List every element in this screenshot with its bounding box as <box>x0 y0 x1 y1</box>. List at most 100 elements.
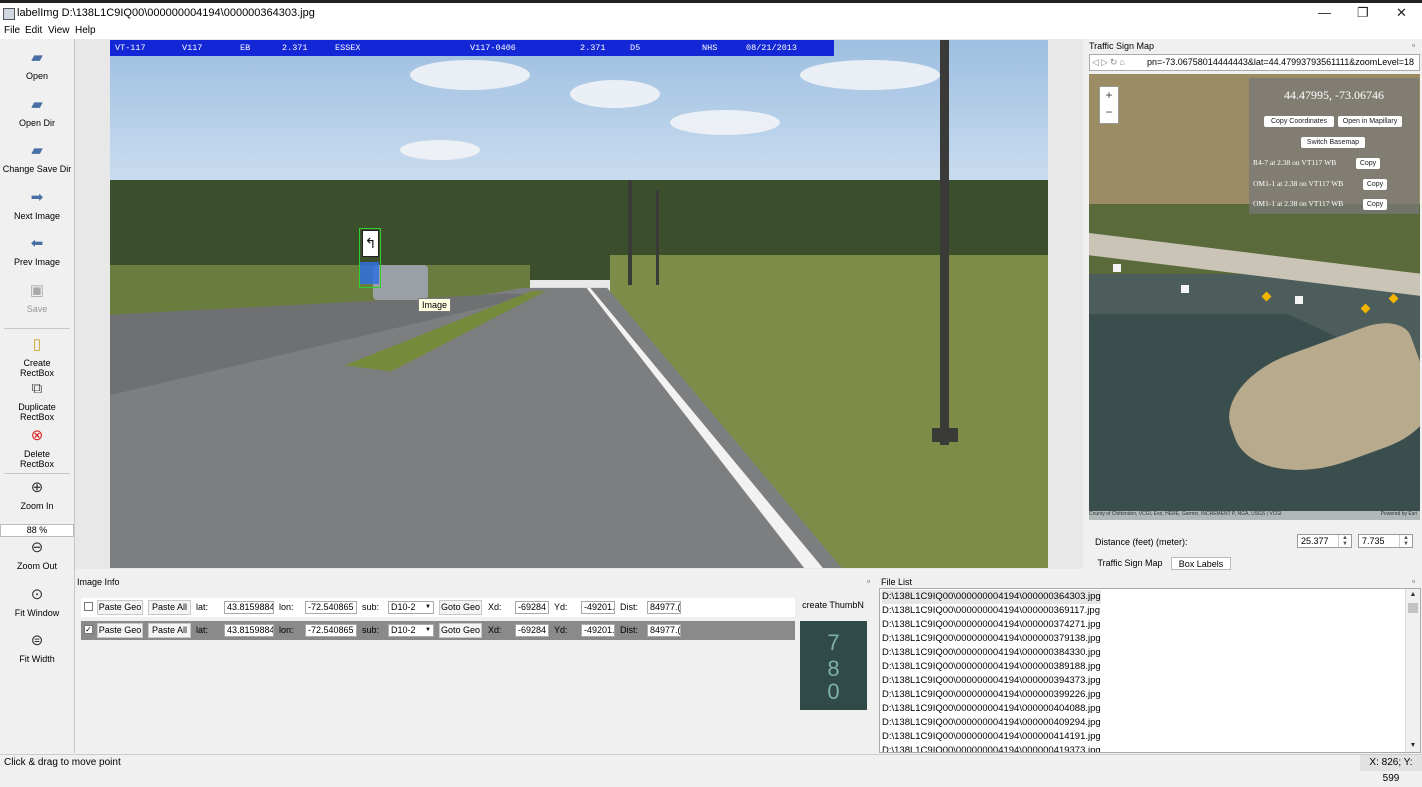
sub-value: D10-2 <box>391 602 416 612</box>
cursor-coordinates: X: 826; Y: 599 <box>1360 755 1422 784</box>
dist-field[interactable]: 84977.( <box>647 624 681 637</box>
prev-image-button[interactable]: ⬅ Prev Image <box>0 235 74 267</box>
bounding-box[interactable] <box>359 228 381 288</box>
file-list-item[interactable]: D:\138L1C9IQ00\000000004194\000000374271… <box>882 618 1101 632</box>
goto-geo-button[interactable]: Goto Geo <box>439 600 482 615</box>
file-list-item[interactable]: D:\138L1C9IQ00\000000004194\000000389188… <box>882 660 1101 674</box>
zoom-in-button[interactable]: ⊕ Zoom In <box>0 479 74 511</box>
utility-pole-far <box>656 190 659 285</box>
change-save-dir-label: Change Save Dir <box>2 164 72 174</box>
dist-field[interactable]: 84977.( <box>647 601 681 614</box>
sign-copy-button[interactable]: Copy <box>1363 199 1387 210</box>
next-image-button[interactable]: ➡ Next Image <box>0 189 74 221</box>
file-list-item[interactable]: D:\138L1C9IQ00\000000004194\000000399226… <box>882 688 1101 702</box>
delete-rectbox-button[interactable]: ⊗ Delete RectBox <box>0 427 74 469</box>
map-zoom-out-button[interactable]: − <box>1100 104 1118 121</box>
banner-segment: V117-0406 <box>470 43 516 53</box>
dock-float-icon[interactable]: ▫ <box>1412 40 1415 50</box>
sign-marker-white[interactable] <box>1113 264 1121 272</box>
sign-marker-white[interactable] <box>1181 285 1189 293</box>
distance-meter-spinbox[interactable]: 7.735 ▲ ▼ <box>1358 534 1413 548</box>
lat-field[interactable]: 43.8159884 <box>224 601 274 614</box>
road-photo[interactable]: ↰ Image VT-117 V117 EB 2.371 ESSEX V117-… <box>110 40 1048 568</box>
file-list-item[interactable]: D:\138L1C9IQ00\000000004194\000000419373… <box>882 744 1101 752</box>
file-list-item[interactable]: D:\138L1C9IQ00\000000004194\000000404088… <box>882 702 1101 716</box>
browser-nav-icons[interactable]: ◁▷↻⌂ <box>1092 57 1127 68</box>
sign-copy-button[interactable]: Copy <box>1363 179 1387 190</box>
paste-all-button[interactable]: Paste All <box>148 600 191 615</box>
yd-field[interactable]: -49201. <box>581 624 615 637</box>
image-info-row-selected: ✓ Paste Geo Paste All lat: 43.8159884 lo… <box>81 621 795 640</box>
sign-marker[interactable] <box>1261 291 1272 302</box>
dock-float-icon[interactable]: ▫ <box>1412 576 1415 586</box>
goto-geo-button[interactable]: Goto Geo <box>439 623 482 638</box>
change-save-dir-button[interactable]: ▰ Change Save Dir <box>0 142 74 174</box>
scroll-thumb[interactable] <box>1408 603 1418 613</box>
lat-field[interactable]: 43.8159884 <box>224 624 274 637</box>
close-button[interactable]: ✕ <box>1396 5 1407 21</box>
file-list-item[interactable]: D:\138L1C9IQ00\000000004194\000000409294… <box>882 716 1101 730</box>
paste-geo-button[interactable]: Paste Geo <box>97 623 143 638</box>
menu-view[interactable]: View <box>48 25 70 36</box>
map-zoom-in-button[interactable]: + <box>1100 87 1118 104</box>
switch-basemap-button[interactable]: Switch Basemap <box>1301 137 1365 148</box>
scroll-up-icon[interactable]: ▲ <box>1406 589 1420 601</box>
sign-copy-button[interactable]: Copy <box>1356 158 1380 169</box>
create-thumbnail-button[interactable]: create ThumbN <box>799 599 867 614</box>
menu-help[interactable]: Help <box>75 25 96 36</box>
scroll-down-icon[interactable]: ▼ <box>1406 740 1420 752</box>
file-list-item[interactable]: D:\138L1C9IQ00\000000004194\000000394373… <box>882 674 1101 688</box>
open-dir-label: Open Dir <box>18 118 55 128</box>
sub-select[interactable]: D10-2 ▼ <box>388 601 434 614</box>
open-in-mapillary-button[interactable]: Open in Mapillary <box>1338 116 1402 127</box>
row-checkbox-checked[interactable]: ✓ <box>84 625 93 634</box>
spin-arrows-icon[interactable]: ▲ ▼ <box>1338 535 1351 547</box>
minimize-button[interactable]: — <box>1318 5 1331 20</box>
open-dir-button[interactable]: ▰ Open Dir <box>0 96 74 128</box>
distance-label: Distance (feet) (meter): <box>1095 537 1188 547</box>
duplicate-rectbox-button[interactable]: ⧉ Duplicate RectBox <box>0 380 74 422</box>
status-bar: Click & drag to move point X: 826; Y: 59… <box>0 754 1422 784</box>
file-list-item[interactable]: D:\138L1C9IQ00\000000004194\000000384330… <box>882 646 1101 660</box>
tab-box-labels[interactable]: Box Labels <box>1171 557 1231 570</box>
file-list-scrollbar[interactable]: ▲ ▼ <box>1405 589 1420 752</box>
save-button[interactable]: ▣ Save <box>0 282 74 314</box>
sign-marker[interactable] <box>1360 303 1371 314</box>
file-list-item[interactable]: D:\138L1C9IQ00\000000004194\000000414191… <box>882 730 1101 744</box>
map-url[interactable]: pn=-73.06758014444443&lat=44.47993793561… <box>1147 57 1419 67</box>
lon-field[interactable]: -72.540865 <box>305 601 357 614</box>
file-list-item[interactable]: D:\138L1C9IQ00\000000004194\000000364303… <box>882 590 1101 604</box>
paste-geo-button[interactable]: Paste Geo <box>97 600 143 615</box>
xd-field[interactable]: -69284 <box>515 624 549 637</box>
spin-arrows-icon[interactable]: ▲ ▼ <box>1399 535 1412 547</box>
fit-width-button[interactable]: ⊜ Fit Width <box>0 632 74 664</box>
sign-marker-white[interactable] <box>1295 296 1303 304</box>
file-list-item[interactable]: D:\138L1C9IQ00\000000004194\000000379138… <box>882 632 1101 646</box>
copy-coordinates-button[interactable]: Copy Coordinates <box>1264 116 1334 127</box>
zoom-value-spinbox[interactable]: 88 % <box>0 524 74 537</box>
satellite-map[interactable]: + − 44.47995, -73.06746 Copy Coordinates… <box>1089 74 1420 520</box>
lon-field[interactable]: -72.540865 <box>305 624 357 637</box>
image-canvas[interactable]: ↰ Image VT-117 V117 EB 2.371 ESSEX V117-… <box>75 39 1083 569</box>
distance-feet-spinbox[interactable]: 25.377 ▲ ▼ <box>1297 534 1352 548</box>
lat-label: lat: <box>196 602 209 612</box>
yd-field[interactable]: -49201. <box>581 601 615 614</box>
paste-all-button[interactable]: Paste All <box>148 623 191 638</box>
zoom-out-button[interactable]: ⊖ Zoom Out <box>0 539 74 571</box>
open-button[interactable]: ▰ Open <box>0 49 74 81</box>
row-checkbox[interactable] <box>84 602 93 611</box>
arrow-right-icon: ➡ <box>30 189 44 206</box>
xd-field[interactable]: -69284 <box>515 601 549 614</box>
sign-marker[interactable] <box>1388 293 1399 304</box>
map-url-bar[interactable]: ◁▷↻⌂ pn=-73.06758014444443&lat=44.479937… <box>1089 54 1420 71</box>
tab-traffic-sign-map[interactable]: Traffic Sign Map <box>1091 557 1169 570</box>
file-list-item[interactable]: D:\138L1C9IQ00\000000004194\000000369117… <box>882 604 1100 618</box>
create-rectbox-button[interactable]: ▯ Create RectBox <box>0 336 74 378</box>
file-list[interactable]: D:\138L1C9IQ00\000000004194\000000364303… <box>879 588 1421 753</box>
menu-edit[interactable]: Edit <box>25 25 42 36</box>
restore-button[interactable]: ❐ <box>1357 5 1369 21</box>
menu-file[interactable]: File <box>4 25 20 36</box>
sub-select[interactable]: D10-2 ▼ <box>388 624 434 637</box>
fit-window-button[interactable]: ⊙ Fit Window <box>0 586 74 618</box>
dock-float-icon[interactable]: ▫ <box>867 576 870 586</box>
